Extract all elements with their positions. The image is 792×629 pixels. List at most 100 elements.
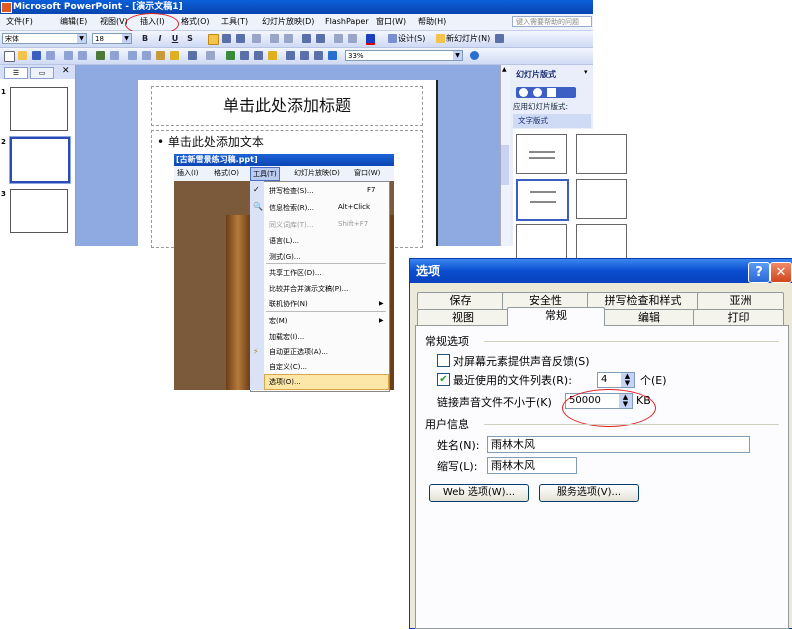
forward-icon[interactable] [533, 88, 542, 97]
menu-format[interactable]: 格式(O) [181, 14, 210, 30]
align-center-icon[interactable] [222, 34, 231, 43]
spelling-icon[interactable] [96, 51, 105, 60]
print-icon[interactable] [64, 51, 73, 60]
menu-item-addins[interactable]: 加载宏(I)... [269, 332, 304, 342]
increase-indent-icon[interactable] [348, 34, 357, 43]
table-icon[interactable] [240, 51, 249, 60]
increase-font-icon[interactable] [302, 34, 311, 43]
close-button[interactable]: ✕ [770, 262, 792, 283]
slide-title-placeholder[interactable]: 单击此处添加标题 [151, 86, 423, 126]
chart-icon[interactable] [226, 51, 235, 60]
slides-tab-icon[interactable]: ▭ [30, 67, 54, 79]
zoom-dropdown[interactable]: 33% ▼ [345, 50, 463, 61]
menu-item-compare-merge[interactable]: 比较并合并演示文稿(P)... [269, 284, 348, 294]
embedded-menu-insert[interactable]: 插入(I) [177, 166, 199, 181]
paste-icon[interactable] [156, 51, 165, 60]
menu-tools[interactable]: 工具(T) [221, 14, 248, 30]
tab-general[interactable]: 常规 [507, 307, 605, 326]
menu-item-online-collab[interactable]: 联机协作(N) [269, 299, 308, 309]
vertical-scrollbar[interactable]: ▲ [500, 65, 510, 246]
print-preview-icon[interactable] [78, 51, 87, 60]
menu-file[interactable]: 文件(F) [6, 14, 33, 30]
layout-title-text[interactable] [576, 134, 627, 174]
tab-print[interactable]: 打印 [693, 309, 784, 326]
initials-input[interactable]: 雨林木风 [487, 457, 577, 474]
outline-tab-icon[interactable]: ☰ [4, 67, 28, 79]
menu-item-macro[interactable]: 宏(M) [269, 316, 288, 326]
bold-button[interactable]: B [140, 34, 150, 44]
align-right-icon[interactable] [236, 34, 245, 43]
layout-title-only[interactable] [516, 134, 567, 174]
research-icon[interactable] [110, 51, 119, 60]
permission-icon[interactable] [46, 51, 55, 60]
italic-button[interactable]: I [155, 34, 165, 44]
tab-save[interactable]: 保存 [417, 292, 504, 309]
scroll-up-icon[interactable]: ▲ [502, 66, 507, 73]
recent-files-spinner[interactable]: 4 ▲ ▼ [597, 372, 635, 388]
help-search-input[interactable]: 键入需要帮助的问题 [512, 16, 592, 27]
help-icon[interactable] [470, 51, 479, 60]
menu-item-spelling[interactable]: 拼写检查(S)... [269, 186, 314, 196]
home-icon[interactable] [547, 88, 556, 97]
embedded-menu-tools[interactable]: 工具(T) [250, 167, 280, 181]
design-icon[interactable] [388, 34, 397, 43]
tab-asian[interactable]: 亚洲 [697, 292, 784, 309]
show-formatting-icon[interactable] [300, 51, 309, 60]
menu-item-thesaurus[interactable]: 同义词库(T)... [269, 220, 313, 230]
embedded-menu-window[interactable]: 窗口(W) [354, 166, 380, 181]
menu-item-options[interactable]: 选项(O)... [269, 377, 301, 387]
service-options-button[interactable]: 服务选项(V)... [539, 484, 639, 502]
menu-slideshow[interactable]: 幻灯片放映(D) [262, 14, 314, 30]
save-icon[interactable] [32, 51, 41, 60]
spinner-arrows-icon[interactable]: ▲ ▼ [621, 373, 634, 387]
decrease-indent-icon[interactable] [334, 34, 343, 43]
menu-edit[interactable]: 编辑(E) [60, 14, 87, 30]
new-icon[interactable] [4, 51, 15, 62]
menu-item-shared-workspace[interactable]: 共享工作区(D)... [269, 268, 322, 278]
design-button[interactable]: 设计(S) [398, 31, 425, 47]
slide-thumbnail-1[interactable] [10, 87, 68, 131]
menu-item-autocorrect[interactable]: 自动更正选项(A)... [269, 347, 328, 357]
menu-flashpaper[interactable]: FlashPaper [325, 14, 369, 30]
undo-icon[interactable] [188, 51, 197, 60]
bullets-icon[interactable] [284, 34, 293, 43]
embedded-menu-format[interactable]: 格式(O) [214, 166, 239, 181]
open-icon[interactable] [18, 51, 27, 60]
back-icon[interactable] [519, 88, 528, 97]
redo-icon[interactable] [206, 51, 215, 60]
embedded-menu-slideshow[interactable]: 幻灯片放映(D) [294, 166, 340, 181]
format-painter-icon[interactable] [170, 51, 179, 60]
menu-item-research[interactable]: 信息检索(R)... [269, 203, 314, 213]
layout-two-column[interactable] [576, 179, 627, 219]
numbering-icon[interactable] [270, 34, 279, 43]
font-name-dropdown[interactable]: 宋体 ▼ [2, 33, 87, 44]
underline-button[interactable]: U [170, 34, 180, 44]
align-left-icon[interactable] [208, 34, 219, 45]
web-options-button[interactable]: Web 选项(W)... [429, 484, 529, 502]
task-pane-close-icon[interactable]: ▾ [584, 68, 588, 76]
menu-window[interactable]: 窗口(W) [376, 14, 406, 30]
scroll-thumb[interactable] [501, 145, 509, 185]
new-slide-button[interactable]: 新幻灯片(N) [446, 31, 490, 47]
expand-icon[interactable] [495, 34, 504, 43]
close-icon[interactable]: ✕ [62, 66, 70, 76]
hyperlink-icon[interactable] [268, 51, 277, 60]
slide-thumbnail-3[interactable] [10, 189, 68, 233]
slide-thumbnail-2[interactable] [9, 136, 71, 184]
menu-item-language[interactable]: 语言(L)... [269, 236, 299, 246]
tab-edit[interactable]: 编辑 [603, 309, 695, 326]
layout-bulleted[interactable] [516, 179, 569, 221]
name-input[interactable]: 雨林木风 [487, 436, 750, 453]
help-button[interactable]: ? [748, 262, 770, 283]
recent-files-checkbox[interactable]: ✔ [437, 373, 450, 386]
grid-icon[interactable] [314, 51, 323, 60]
expand-all-icon[interactable] [286, 51, 295, 60]
cut-icon[interactable] [128, 51, 137, 60]
new-slide-icon[interactable] [436, 34, 445, 43]
feedback-checkbox[interactable] [437, 354, 450, 367]
tab-view[interactable]: 视图 [417, 309, 509, 326]
copy-icon[interactable] [142, 51, 151, 60]
menu-help[interactable]: 帮助(H) [418, 14, 446, 30]
shadow-button[interactable]: S [185, 34, 195, 44]
distribute-icon[interactable] [252, 34, 261, 43]
